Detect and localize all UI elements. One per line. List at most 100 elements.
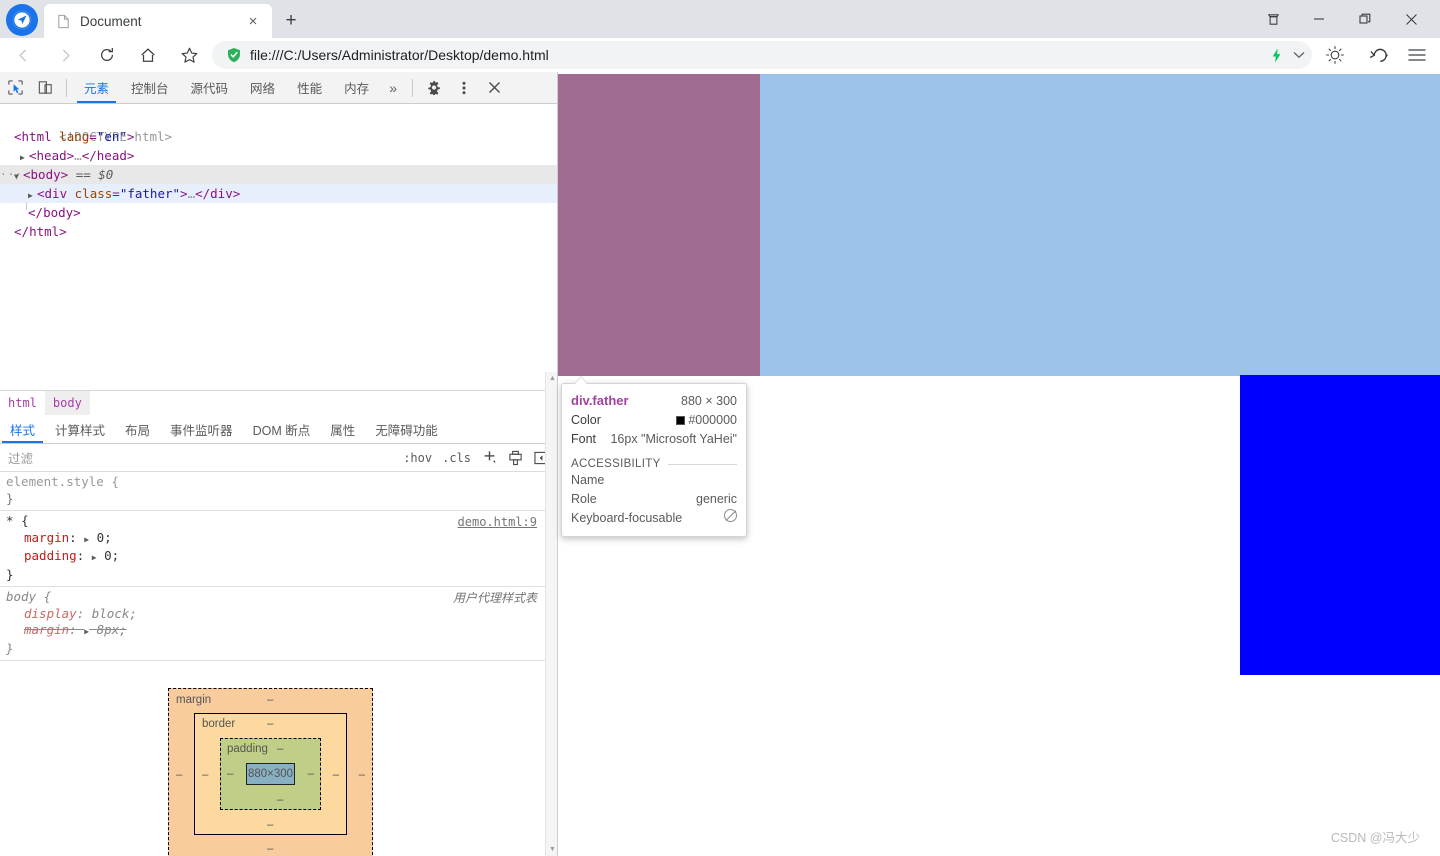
tooltip-role-row: Role generic	[571, 490, 737, 509]
browser-tab[interactable]: Document ×	[44, 4, 272, 38]
inspect-element-icon[interactable]	[0, 73, 30, 103]
rule-selector-universal[interactable]: *	[6, 513, 14, 530]
devtools-tab-network[interactable]: 网络	[239, 72, 286, 103]
box-model-content-size[interactable]: 880×300	[248, 768, 293, 780]
breadcrumb-item-html[interactable]: html	[0, 391, 45, 416]
tab-event-listeners[interactable]: 事件监听器	[160, 415, 243, 443]
dom-line-body[interactable]: ··· ▼ <body> == $0	[0, 165, 557, 184]
filter-input[interactable]: 过滤	[8, 448, 398, 467]
gear-icon[interactable]	[419, 73, 449, 103]
scroll-up-arrow-icon[interactable]: ▲	[546, 372, 557, 385]
tab-accessibility[interactable]: 无障碍功能	[365, 415, 448, 443]
collections-icon[interactable]	[1250, 0, 1296, 38]
blue-child-box[interactable]	[1240, 375, 1440, 675]
tooltip-focusable-label: Keyboard-focusable	[571, 511, 683, 525]
tab-layout[interactable]: 布局	[115, 415, 160, 443]
reload-button[interactable]	[88, 38, 126, 72]
devtools-tab-sources[interactable]: 源代码	[180, 72, 240, 103]
rule-selector-element-style[interactable]: element.style	[6, 474, 104, 491]
style-rule-universal[interactable]: * { demo.html:9 margin: ▶ 0; padding: ▶ …	[0, 511, 545, 587]
tab-close-icon[interactable]: ×	[242, 10, 264, 32]
tab-properties[interactable]: 属性	[320, 415, 365, 443]
device-toolbar-icon[interactable]	[30, 73, 60, 103]
styles-pane-scrollbar[interactable]: ▲ ▼	[545, 372, 557, 856]
window-minimize-button[interactable]	[1296, 0, 1342, 38]
tab-styles[interactable]: 样式	[0, 415, 45, 443]
chevron-down-icon[interactable]	[1286, 51, 1312, 59]
home-button[interactable]	[129, 38, 167, 72]
box-model-content-region[interactable]: 880×300	[246, 763, 295, 785]
styles-rules-list[interactable]: element.style { } * { demo.html:9 margin…	[0, 472, 545, 672]
box-model-margin-bottom-value[interactable]: –	[267, 843, 273, 855]
hov-state-button[interactable]: :hov	[398, 445, 437, 471]
declaration-value-margin[interactable]: 0	[97, 530, 105, 545]
scroll-down-arrow-icon[interactable]: ▼	[546, 843, 557, 856]
declaration-name-padding: padding	[24, 548, 77, 563]
devtools-tab-memory[interactable]: 内存	[333, 72, 380, 103]
dom-badge-dots[interactable]: ···	[0, 165, 23, 184]
new-style-rule-button[interactable]	[476, 445, 502, 471]
declaration-padding[interactable]: padding: ▶ 0;	[6, 548, 545, 567]
tooltip-name-label: Name	[571, 473, 605, 487]
purple-child-box[interactable]	[558, 74, 760, 376]
declaration-margin[interactable]: margin: ▶ 0;	[6, 530, 545, 549]
tab-computed[interactable]: 计算样式	[45, 415, 115, 443]
box-model-border-top-value[interactable]: –	[267, 718, 273, 730]
box-model-padding-right-value[interactable]: –	[308, 768, 314, 780]
theme-toggle-button[interactable]	[1320, 41, 1350, 69]
browser-menu-button[interactable]	[1402, 41, 1432, 69]
rule-selector-body[interactable]: body	[6, 589, 36, 606]
devtools-tab-console[interactable]: 控制台	[120, 72, 180, 103]
box-model-margin-right-value[interactable]: –	[359, 769, 365, 781]
dom-line-html-open[interactable]: <html lang="en">	[0, 127, 557, 146]
dom-line-div-father[interactable]: ▶ <div class="father">…</div>	[0, 184, 557, 203]
box-model-border-right-value[interactable]: –	[333, 769, 339, 781]
security-shield-icon[interactable]	[226, 47, 242, 63]
undo-history-button[interactable]	[1358, 41, 1398, 69]
url-text[interactable]: file:///C:/Users/Administrator/Desktop/d…	[250, 47, 1266, 63]
box-model-margin-top-value[interactable]: –	[267, 694, 273, 706]
declaration-display[interactable]: display: block;	[6, 606, 545, 623]
forward-button[interactable]	[46, 38, 84, 72]
box-model-border-bottom-value[interactable]: –	[267, 819, 273, 831]
sun-icon	[1326, 46, 1344, 64]
devtools-kebab-menu-icon[interactable]	[449, 73, 479, 103]
page-icon	[58, 14, 69, 28]
dom-line-head[interactable]: ▶ <head>…</head>	[0, 146, 557, 165]
devtools-close-icon[interactable]	[479, 73, 509, 103]
print-media-icon[interactable]	[502, 445, 528, 471]
devtools-more-tabs-icon[interactable]: »	[380, 73, 406, 103]
flash-icon[interactable]	[1266, 47, 1286, 63]
bookmark-star-button[interactable]	[170, 38, 208, 72]
rule-source-link-demo-html[interactable]: demo.html:9	[458, 514, 537, 531]
address-bar[interactable]: file:///C:/Users/Administrator/Desktop/d…	[212, 41, 1312, 69]
declaration-margin-body[interactable]: margin: ▶ 8px;	[6, 622, 545, 641]
declaration-value-padding[interactable]: 0	[104, 548, 112, 563]
window-maximize-button[interactable]	[1342, 0, 1388, 38]
style-rule-element-style[interactable]: element.style { }	[0, 472, 545, 511]
home-icon	[141, 48, 155, 62]
declaration-value-margin-body[interactable]: 8px	[97, 622, 120, 637]
back-button[interactable]	[4, 38, 42, 72]
box-model-padding-bottom-value[interactable]: –	[277, 794, 283, 806]
dom-line-html-close[interactable]: </html>	[0, 222, 557, 241]
cls-button[interactable]: .cls	[437, 445, 476, 471]
style-rule-body-ua[interactable]: body { 用户代理样式表 display: block; margin: ▶…	[0, 587, 545, 661]
div-father-element[interactable]	[558, 74, 1440, 376]
dom-line-doctype[interactable]: <!DOCTYPE html>	[0, 108, 557, 144]
window-close-button[interactable]	[1388, 0, 1434, 38]
breadcrumb-item-body[interactable]: body	[44, 390, 90, 416]
tooltip-selector: div.father	[571, 393, 629, 408]
devtools-tab-performance[interactable]: 性能	[286, 72, 333, 103]
declaration-value-display[interactable]: block	[92, 606, 130, 621]
devtools-tab-elements[interactable]: 元素	[73, 72, 120, 103]
dom-line-body-close[interactable]: </body>	[0, 203, 557, 222]
box-model-diagram[interactable]: margin – – – – border – – – – padding – …	[168, 688, 373, 856]
box-model-padding-top-value[interactable]: –	[277, 743, 283, 755]
box-model-padding-left-value[interactable]: –	[227, 768, 233, 780]
box-model-border-left-value[interactable]: –	[202, 769, 208, 781]
new-tab-button[interactable]: +	[278, 8, 304, 34]
box-model-margin-left-value[interactable]: –	[176, 769, 182, 781]
dom-tree[interactable]: <!DOCTYPE html> <html lang="en"> ▶ <head>…	[0, 104, 557, 390]
tab-dom-breakpoints[interactable]: DOM 断点	[243, 415, 321, 443]
